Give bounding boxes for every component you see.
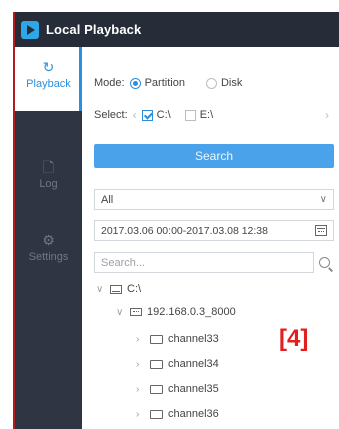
app-frame: Local Playback ↻ Playback 🗋 Log ⚙ Settin… xyxy=(13,12,339,429)
mode-row: Mode: Partition Disk xyxy=(94,77,258,89)
sidebar-item-settings[interactable]: ⚙ Settings xyxy=(15,220,82,284)
tree-node-channel[interactable]: › channel36 xyxy=(136,408,219,420)
filter-selected-value: All xyxy=(101,193,114,206)
camera-channel-icon xyxy=(150,409,163,419)
chevron-left-icon[interactable]: ‹ xyxy=(128,108,142,122)
tree-channel-label: channel35 xyxy=(168,383,219,395)
tree-channel-label: channel34 xyxy=(168,358,219,370)
partition-radio[interactable] xyxy=(129,77,141,89)
search-row xyxy=(94,252,334,273)
partition-radio-label[interactable]: Partition xyxy=(145,77,185,89)
date-range-field[interactable]: 2017.03.06 00:00-2017.03.08 12:38 xyxy=(94,220,334,241)
disk-radio-label[interactable]: Disk xyxy=(221,77,242,89)
tree-drive-label: C:\ xyxy=(127,283,142,295)
camera-channel-icon xyxy=(150,359,163,369)
callout-label: [4] xyxy=(279,325,309,352)
caret-right-icon[interactable]: › xyxy=(136,334,150,345)
sidebar: ↻ Playback 🗋 Log ⚙ Settings xyxy=(15,47,82,429)
caret-right-icon[interactable]: › xyxy=(136,409,150,420)
drive-c-checkbox[interactable] xyxy=(141,109,153,121)
play-logo-icon xyxy=(21,20,39,39)
select-label: Select: xyxy=(94,109,128,121)
tree-node-drive[interactable]: ∨ C:\ xyxy=(96,283,141,295)
search-icon[interactable] xyxy=(319,257,330,268)
mode-label: Mode: xyxy=(94,77,125,89)
search-button[interactable]: Search xyxy=(94,144,334,168)
refresh-icon: ↻ xyxy=(42,59,55,75)
tree-channel-label: channel33 xyxy=(168,333,219,345)
document-icon: 🗋 xyxy=(42,159,55,175)
window-title: Local Playback xyxy=(46,22,142,37)
chevron-right-icon[interactable]: › xyxy=(320,108,334,122)
tree-device-label: 192.168.0.3_8000 xyxy=(147,306,236,318)
drive-select-row: Select: ‹ C:\ E:\ › xyxy=(94,108,334,122)
gear-icon: ⚙ xyxy=(42,232,55,248)
caret-right-icon[interactable]: › xyxy=(136,359,150,370)
date-range-value: 2017.03.06 00:00-2017.03.08 12:38 xyxy=(101,224,268,237)
tree-node-channel[interactable]: › channel34 xyxy=(136,358,219,370)
sidebar-item-log[interactable]: 🗋 Log xyxy=(15,147,82,211)
caret-right-icon[interactable]: › xyxy=(136,384,150,395)
tree-node-channel[interactable]: › channel33 xyxy=(136,333,219,345)
sidebar-item-label: Log xyxy=(39,178,58,190)
tree-node-channel[interactable]: › channel35 xyxy=(136,383,219,395)
calendar-icon[interactable] xyxy=(315,225,327,236)
drive-icon xyxy=(110,284,122,294)
search-input[interactable] xyxy=(94,252,314,273)
camera-channel-icon xyxy=(150,334,163,344)
sidebar-item-label: Playback xyxy=(26,78,71,90)
tree-channel-label: channel36 xyxy=(168,408,219,420)
chevron-down-icon: ∨ xyxy=(319,194,327,205)
drive-c-label[interactable]: C:\ xyxy=(157,109,171,121)
title-bar: Local Playback xyxy=(15,12,339,47)
sidebar-item-playback[interactable]: ↻ Playback xyxy=(15,47,82,111)
drive-e-label[interactable]: E:\ xyxy=(200,109,213,121)
disk-radio[interactable] xyxy=(205,77,217,89)
device-icon xyxy=(130,308,142,316)
main-panel: Mode: Partition Disk Select: ‹ C:\ E:\ ›… xyxy=(82,47,339,429)
camera-channel-icon xyxy=(150,384,163,394)
filter-dropdown[interactable]: All ∨ xyxy=(94,189,334,210)
drive-e-checkbox[interactable] xyxy=(184,109,196,121)
tree-node-device[interactable]: ∨ 192.168.0.3_8000 xyxy=(116,306,236,318)
caret-down-icon[interactable]: ∨ xyxy=(96,284,110,295)
sidebar-item-label: Settings xyxy=(28,251,69,263)
caret-down-icon[interactable]: ∨ xyxy=(116,307,130,318)
